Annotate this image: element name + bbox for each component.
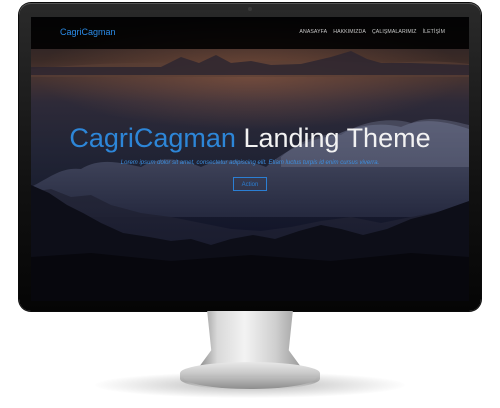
top-navbar: CagriCagman ANASAYFA HAKKIMIZDA ÇALIŞMAL… [31,17,469,49]
nav-link-iletisim[interactable]: İLETİŞİM [423,29,445,35]
webcam-dot [248,7,252,11]
nav-link-anasayfa[interactable]: ANASAYFA [299,29,327,35]
nav-link-calismalarimiz[interactable]: ÇALIŞMALARIMIZ [372,29,417,35]
brand-logo-link[interactable]: CagriCagman [60,27,116,37]
monitor-screen: CagriCagman ANASAYFA HAKKIMIZDA ÇALIŞMAL… [31,17,469,301]
landscape-illustration [31,51,469,301]
hero-title-brand: CagriCagman [69,123,236,153]
hero-subtitle: Lorem ipsum dolor sit amet, consectetur … [120,160,380,166]
nav-menu: ANASAYFA HAKKIMIZDA ÇALIŞMALARIMIZ İLETİ… [299,29,445,35]
action-button[interactable]: Action [233,177,267,191]
monitor-stand-neck [199,311,301,367]
nav-link-hakkimizda[interactable]: HAKKIMIZDA [333,29,366,35]
hero-title-rest: Landing Theme [235,123,431,153]
monitor: CagriCagman ANASAYFA HAKKIMIZDA ÇALIŞMAL… [19,3,481,311]
hero-title: CagriCagman Landing Theme [31,125,469,152]
